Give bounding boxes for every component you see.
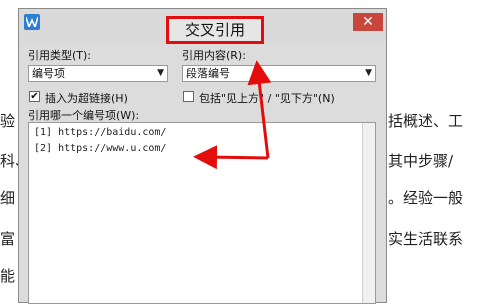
doc-fragment: 。经验一般 — [388, 189, 464, 207]
wps-app-icon — [24, 14, 40, 30]
above-below-checkbox[interactable] — [183, 91, 194, 102]
list-item[interactable]: [2] https://www. u.com/ — [34, 141, 166, 156]
doc-fragment: 能 — [0, 267, 16, 285]
doc-fragment: 实生活联系 — [388, 230, 464, 248]
doc-fragment: 细 — [0, 189, 16, 207]
numbered-items-list[interactable]: [1] https:// baidu.com/ [2] https://www.… — [28, 122, 376, 304]
chevron-down-icon: ▼ — [157, 68, 164, 78]
dialog-titlebar[interactable]: 交叉引用 ✕ — [19, 9, 386, 44]
ref-type-label: 引用类型(T): — [28, 49, 92, 62]
ref-content-label: 引用内容(R): — [182, 49, 246, 62]
ref-type-value: 编号项 — [32, 67, 65, 80]
hyperlink-checkbox[interactable]: ✔ — [29, 91, 40, 102]
doc-fragment: 富 — [0, 230, 16, 248]
list-scrollbar[interactable] — [362, 123, 375, 303]
doc-fragment: 验 — [0, 112, 16, 130]
ref-content-value: 段落编号 — [186, 67, 230, 80]
doc-fragment: 括概述、工 — [388, 112, 464, 130]
doc-fragment: 其中步骤/ — [388, 152, 454, 170]
dialog-title: 交叉引用 — [166, 16, 264, 44]
close-icon: ✕ — [362, 14, 374, 30]
ref-type-select[interactable]: 编号项 ▼ — [28, 65, 168, 82]
hyperlink-label[interactable]: 插入为超链接(H) — [45, 90, 128, 106]
ref-content-select[interactable]: 段落编号 ▼ — [182, 65, 376, 82]
above-below-label[interactable]: 包括"见上方" / "见下方"(N) — [199, 90, 335, 106]
cross-reference-dialog: 交叉引用 ✕ 引用类型(T): 编号项 ▼ 引用内容(R): 段落编号 ▼ ✔ … — [18, 8, 387, 304]
checkmark-icon: ✔ — [30, 91, 39, 102]
chevron-down-icon: ▼ — [365, 68, 372, 78]
list-item[interactable]: [1] https:// baidu.com/ — [34, 125, 166, 140]
close-button[interactable]: ✕ — [353, 13, 383, 31]
which-item-label: 引用哪一个编号项(W): — [28, 109, 140, 122]
